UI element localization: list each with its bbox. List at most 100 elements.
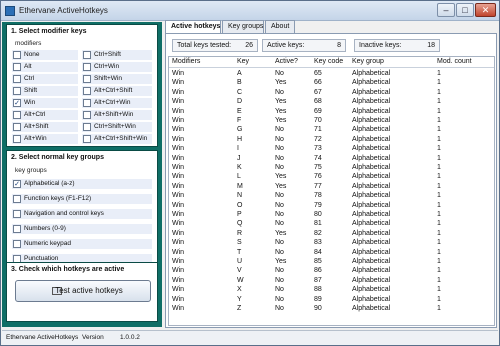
- test-active-hotkeys-button[interactable]: Test active hotkeys: [15, 280, 151, 302]
- table-row[interactable]: Win Q No 81 Alphabetical 1: [169, 219, 494, 228]
- table-cell: 86: [314, 267, 322, 275]
- key-group-option[interactable]: ✓ Alphabetical (a-z): [12, 179, 152, 189]
- modifier-option[interactable]: ✓ Win: [12, 98, 78, 108]
- table-cell: Win: [172, 305, 185, 312]
- table-row[interactable]: Win L Yes 76 Alphabetical 1: [169, 172, 494, 181]
- col-active[interactable]: Active?: [275, 58, 298, 65]
- close-button[interactable]: ✕: [475, 3, 496, 17]
- minimize-button[interactable]: –: [437, 3, 455, 17]
- checkbox[interactable]: [83, 51, 91, 59]
- table-row[interactable]: Win G No 71 Alphabetical 1: [169, 125, 494, 134]
- table-row[interactable]: Win J No 74 Alphabetical 1: [169, 154, 494, 163]
- table-row[interactable]: Win A No 65 Alphabetical 1: [169, 69, 494, 78]
- col-modifiers[interactable]: Modifiers: [172, 58, 200, 65]
- table-row[interactable]: Win X No 88 Alphabetical 1: [169, 285, 494, 294]
- modifier-option[interactable]: Ctrl: [12, 74, 78, 84]
- table-row[interactable]: Win Z No 90 Alphabetical 1: [169, 304, 494, 313]
- modifier-option[interactable]: Alt+Ctrl: [12, 110, 78, 120]
- modifier-option[interactable]: Alt: [12, 62, 78, 72]
- table-row[interactable]: Win M Yes 77 Alphabetical 1: [169, 182, 494, 191]
- modifier-option[interactable]: Alt+Ctrl+Win: [82, 98, 152, 108]
- checkbox[interactable]: [13, 123, 21, 131]
- table-row[interactable]: Win K No 75 Alphabetical 1: [169, 163, 494, 172]
- tab-about[interactable]: About: [265, 20, 295, 33]
- table-row[interactable]: Win E Yes 69 Alphabetical 1: [169, 107, 494, 116]
- table-row[interactable]: Win C No 67 Alphabetical 1: [169, 88, 494, 97]
- table-row[interactable]: Win R Yes 82 Alphabetical 1: [169, 229, 494, 238]
- checkbox-label: Shift: [24, 87, 38, 94]
- checkbox[interactable]: [13, 240, 21, 248]
- table-cell: Alphabetical: [352, 192, 391, 200]
- table-row[interactable]: Win F Yes 70 Alphabetical 1: [169, 116, 494, 125]
- app-window: Ethervane ActiveHotkeys – □ ✕ 1. Select …: [0, 0, 500, 346]
- table-cell: No: [275, 154, 284, 162]
- active-hotkeys-panel: Total keys tested: 26 Active keys: 8 Ina…: [165, 33, 497, 328]
- table-cell: Alphabetical: [352, 88, 391, 96]
- table-row[interactable]: Win S No 83 Alphabetical 1: [169, 238, 494, 247]
- col-key[interactable]: Key: [237, 58, 249, 65]
- modifier-option[interactable]: Shift: [12, 86, 78, 96]
- checkbox[interactable]: [13, 111, 21, 119]
- table-row[interactable]: Win U Yes 85 Alphabetical 1: [169, 257, 494, 266]
- table-row[interactable]: Win H No 72 Alphabetical 1: [169, 135, 494, 144]
- table-cell: No: [275, 201, 284, 209]
- checkbox[interactable]: [13, 63, 21, 71]
- checkbox[interactable]: [83, 111, 91, 119]
- checkbox[interactable]: [83, 75, 91, 83]
- modifier-option[interactable]: Alt+Win: [12, 134, 78, 144]
- checkbox[interactable]: [13, 210, 21, 218]
- table-row[interactable]: Win T No 84 Alphabetical 1: [169, 248, 494, 257]
- checkbox[interactable]: [13, 135, 21, 143]
- modifier-option[interactable]: Ctrl+Win: [82, 62, 152, 72]
- tab-active-hotkeys[interactable]: Active hotkeys: [165, 20, 221, 34]
- table-cell: Win: [172, 88, 185, 96]
- modifier-option[interactable]: Alt+Ctrl+Shift: [82, 86, 152, 96]
- table-row[interactable]: Win D Yes 68 Alphabetical 1: [169, 97, 494, 106]
- table-cell: Alphabetical: [352, 211, 391, 218]
- key-group-option[interactable]: Navigation and control keys: [12, 209, 152, 219]
- checkbox[interactable]: [13, 225, 21, 233]
- modifiers-subtitle: modifiers: [15, 40, 42, 47]
- table-cell: Alphabetical: [352, 107, 391, 115]
- stat-total-tested: Total keys tested: 26: [172, 39, 258, 52]
- tab-key-groups[interactable]: Key groups: [222, 20, 264, 33]
- checkbox[interactable]: [83, 99, 91, 107]
- col-keycode[interactable]: Key code: [314, 58, 343, 65]
- table-row[interactable]: Win P No 80 Alphabetical 1: [169, 210, 494, 219]
- table-row[interactable]: Win N No 78 Alphabetical 1: [169, 191, 494, 200]
- col-keygroup[interactable]: Key group: [352, 58, 384, 65]
- hotkeys-table[interactable]: Modifiers Key Active? Key code Key group…: [168, 56, 495, 326]
- checkbox[interactable]: [13, 51, 21, 59]
- checkbox[interactable]: ✓: [13, 180, 21, 188]
- checkbox[interactable]: [83, 123, 91, 131]
- table-row[interactable]: Win W No 87 Alphabetical 1: [169, 276, 494, 285]
- table-row[interactable]: Win B Yes 66 Alphabetical 1: [169, 78, 494, 87]
- checkbox[interactable]: ✓: [13, 99, 21, 107]
- key-group-option[interactable]: Function keys (F1-F12): [12, 194, 152, 204]
- table-cell: U: [237, 258, 243, 265]
- modifier-option[interactable]: Ctrl+Shift: [82, 50, 152, 60]
- modifier-option[interactable]: Shift+Win: [82, 74, 152, 84]
- table-cell: Win: [172, 295, 185, 303]
- maximize-button[interactable]: □: [456, 3, 474, 17]
- checkbox[interactable]: [83, 63, 91, 71]
- checkbox[interactable]: [13, 75, 21, 83]
- table-cell: 76: [314, 173, 322, 181]
- table-row[interactable]: Win Y No 89 Alphabetical 1: [169, 295, 494, 304]
- modifier-option[interactable]: Alt+Shift: [12, 122, 78, 132]
- table-row[interactable]: Win O No 79 Alphabetical 1: [169, 201, 494, 210]
- modifier-option[interactable]: Alt+Ctrl+Shift+Win: [82, 134, 152, 144]
- modifier-option[interactable]: None: [12, 50, 78, 60]
- table-row[interactable]: Win V No 86 Alphabetical 1: [169, 266, 494, 275]
- modifier-option[interactable]: Ctrl+Shift+Win: [82, 122, 152, 132]
- key-group-option[interactable]: Numeric keypad: [12, 239, 152, 249]
- modifier-option[interactable]: Alt+Shift+Win: [82, 110, 152, 120]
- checkbox[interactable]: [83, 135, 91, 143]
- col-modcount[interactable]: Mod. count: [437, 58, 472, 65]
- table-row[interactable]: Win I No 73 Alphabetical 1: [169, 144, 494, 153]
- checkbox[interactable]: [13, 195, 21, 203]
- checkbox[interactable]: [13, 87, 21, 95]
- table-cell: E: [237, 107, 242, 115]
- checkbox[interactable]: [83, 87, 91, 95]
- key-group-option[interactable]: Numbers (0-9): [12, 224, 152, 234]
